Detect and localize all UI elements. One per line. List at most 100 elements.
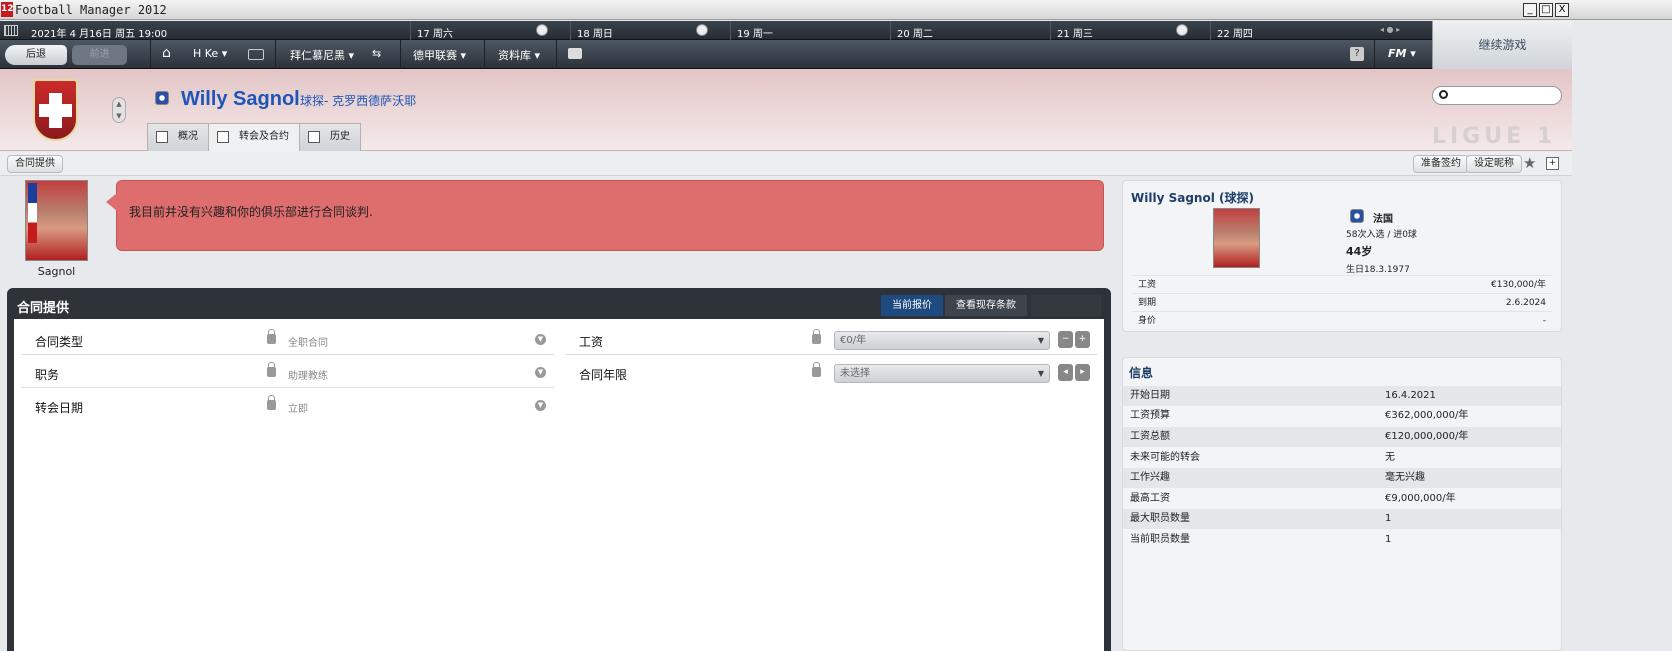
field-position: 职务 助理教练 ▼	[21, 358, 554, 388]
continue-button[interactable]: 继续游戏	[1432, 21, 1572, 69]
set-nickname-button[interactable]: 设定昵称	[1466, 155, 1522, 173]
contract-length-select[interactable]: 未选择 ▼	[834, 364, 1050, 383]
day-item[interactable]: 19 周一	[737, 25, 773, 40]
chevron-down-icon: ▼	[1037, 336, 1044, 345]
field-contract-type: 合同类型 全职合同 ▼	[21, 325, 554, 355]
day-item[interactable]: 22 周四	[1217, 25, 1253, 40]
tab-transfer-contract[interactable]: 转会及合约	[208, 123, 300, 152]
add-icon[interactable]: +	[1546, 157, 1559, 170]
player-role[interactable]: 球探- 克罗西德萨沃耶	[300, 92, 416, 109]
prepare-sign-button[interactable]: 准备签约	[1413, 155, 1469, 173]
profile-title[interactable]: Willy Sagnol (球探)	[1131, 189, 1254, 206]
club-menu[interactable]: 拜仁慕尼黑 ▾	[290, 47, 354, 63]
prev-button[interactable]: ◂	[1058, 364, 1073, 381]
tab-existing-terms[interactable]: 查看现存条款	[945, 295, 1027, 316]
row-value: €120,000,000/年	[1385, 431, 1469, 442]
nation[interactable]: 法国	[1373, 210, 1393, 225]
info-row: 最高工资 €9,000,000/年	[1123, 489, 1561, 509]
lock-icon[interactable]	[812, 362, 821, 377]
row-key: 工作兴趣	[1130, 472, 1170, 483]
star-icon[interactable]: ★	[1523, 156, 1536, 171]
manager-menu[interactable]: H Ke ▾	[193, 47, 227, 60]
prev-next-icon[interactable]: ▲ ▼	[112, 97, 126, 123]
field-value: 助理教练	[288, 371, 328, 382]
league-label: 德甲联赛	[413, 49, 457, 62]
caps: 58次入选 / 进0球	[1346, 230, 1417, 240]
day-item[interactable]: 17 周六	[417, 25, 453, 40]
history-icon	[308, 131, 320, 143]
increase-button[interactable]: +	[1075, 331, 1090, 348]
birthday: 生日18.3.1977	[1346, 265, 1410, 275]
tab-label: 概况	[178, 131, 198, 142]
nation-badge-icon	[155, 91, 169, 105]
calendar-icon[interactable]	[4, 25, 18, 36]
divider	[730, 21, 731, 40]
player-name[interactable]: Willy Sagnol	[181, 88, 300, 111]
day-item[interactable]: 20 周二	[897, 25, 933, 40]
player-photo	[25, 180, 88, 261]
nation-badge-icon	[1350, 209, 1364, 223]
current-date: 2021年 4 月16日 周五 19:00	[31, 29, 168, 40]
decrease-button[interactable]: −	[1058, 331, 1073, 348]
tab-current-offer[interactable]: 当前报价	[881, 295, 943, 316]
row-value: €362,000,000/年	[1385, 410, 1469, 421]
minimize-button[interactable]: _	[1523, 3, 1537, 17]
divider	[1210, 21, 1211, 40]
select-value: 未选择	[840, 368, 870, 379]
dropdown-icon[interactable]: ▼	[535, 400, 546, 411]
day-item[interactable]: 21 周三	[1057, 25, 1093, 40]
back-button[interactable]: 后退	[5, 45, 67, 65]
row-value: €130,000/年	[1491, 280, 1546, 290]
row-value: -	[1542, 316, 1546, 326]
match-club-icon	[536, 24, 548, 36]
info-row: 当前职员数量 1	[1123, 530, 1561, 550]
overview-icon	[156, 131, 168, 143]
league-menu[interactable]: 德甲联赛 ▾	[413, 47, 466, 63]
row-value: 1	[1385, 534, 1392, 545]
date-bar: 2021年 4 月16日 周五 19:00 17 周六 18 周日 19 周一 …	[0, 21, 1528, 40]
info-row: 工作兴趣 毫无兴趣	[1123, 468, 1561, 488]
window-title: Football Manager 2012	[15, 3, 167, 17]
day-item[interactable]: 18 周日	[577, 25, 613, 40]
row-key: 当前职员数量	[1130, 534, 1190, 545]
profile-photo	[1213, 208, 1260, 268]
transfer-icon[interactable]: ⇆	[372, 47, 381, 60]
field-label: 合同类型	[35, 335, 84, 349]
match-club-icon	[1176, 24, 1188, 36]
tab-disabled	[1031, 295, 1101, 316]
dropdown-icon[interactable]: ▼	[535, 367, 546, 378]
home-icon[interactable]: ⌂	[162, 45, 171, 61]
wage-select[interactable]: €0/年 ▼	[834, 331, 1050, 350]
fm-menu[interactable]: FM ▾	[1388, 47, 1416, 60]
forward-button[interactable]: 前进	[72, 45, 127, 65]
date-scroll-icon[interactable]: ◂ ● ▸	[1380, 25, 1400, 34]
next-button[interactable]: ▸	[1075, 364, 1090, 381]
inbox-icon[interactable]	[248, 49, 264, 60]
manager-label: H Ke	[193, 47, 219, 60]
club-crest-icon	[33, 79, 78, 141]
database-menu[interactable]: 资料库 ▾	[498, 47, 540, 63]
row-value: 1	[1385, 513, 1392, 524]
maximize-button[interactable]: □	[1539, 3, 1553, 17]
profile-row: 身价 -	[1132, 311, 1552, 329]
info-row: 工资预算 €362,000,000/年	[1123, 406, 1561, 426]
row-value: €9,000,000/年	[1385, 493, 1456, 504]
lock-icon[interactable]	[267, 395, 276, 410]
row-key: 未来可能的转会	[1130, 452, 1200, 463]
fm-logo-icon: 12	[1, 2, 14, 17]
field-value: 全职合同	[288, 338, 328, 349]
lock-icon[interactable]	[267, 329, 276, 344]
field-label: 转会日期	[35, 401, 84, 415]
search-icon	[1439, 90, 1448, 99]
field-wage: 工资 €0/年 ▼ − +	[565, 325, 1097, 355]
tab-overview[interactable]: 概况	[147, 123, 209, 151]
dropdown-icon[interactable]: ▼	[535, 334, 546, 345]
chat-icon[interactable]	[568, 48, 582, 59]
search-input[interactable]	[1432, 86, 1562, 105]
info-title: 信息	[1129, 366, 1154, 380]
tab-history[interactable]: 历史	[299, 123, 361, 151]
close-button[interactable]: X	[1555, 3, 1569, 17]
help-button[interactable]: ?	[1350, 47, 1364, 61]
lock-icon[interactable]	[267, 362, 276, 377]
lock-icon[interactable]	[812, 329, 821, 344]
